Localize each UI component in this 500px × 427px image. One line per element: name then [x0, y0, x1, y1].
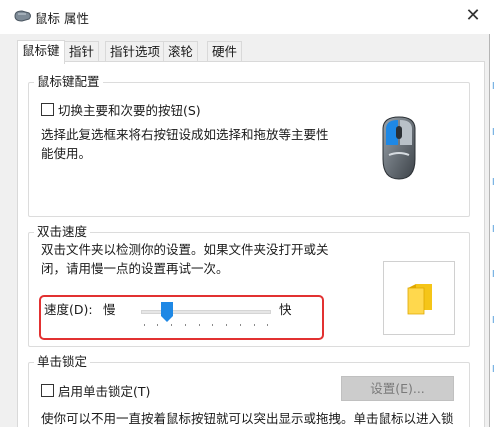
click-lock-settings-button[interactable]: 设置(E)...	[341, 376, 454, 401]
mouse-properties-dialog: 鼠标 属性 ✕ 鼠标键 指针 指针选项 滚轮 硬件 鼠标键配置 切换主要和次要的…	[0, 0, 490, 427]
tab-hardware[interactable]: 硬件	[207, 41, 243, 62]
click-lock-description: 使你可以不用一直按着鼠标按钮就可以突出显示或拖拽。单击鼠标以进入锁	[41, 411, 454, 426]
tab-content-panel: 鼠标键配置 切换主要和次要的按钮(S) 选择此复选框来将右按钮设成如选择和拖放等…	[17, 61, 485, 427]
background-window-edge: l l l l l l l	[490, 0, 500, 427]
tab-buttons[interactable]: 鼠标键	[17, 40, 65, 64]
swap-buttons-checkbox-box[interactable]	[41, 103, 54, 116]
swap-description-line1: 选择此复选框来将右按钮设成如选择和拖放等主要性	[41, 127, 329, 142]
swap-buttons-label: 切换主要和次要的按钮(S)	[58, 103, 201, 118]
fast-label: 快	[279, 302, 292, 317]
swap-description-line2: 能使用。	[41, 146, 92, 161]
click-lock-checkbox-box[interactable]	[41, 384, 54, 397]
click-lock-title: 单击锁定	[34, 354, 91, 370]
double-click-description-line2: 闭，请用慢一点的设置再试一次。	[41, 261, 229, 276]
mouse-icon	[14, 10, 31, 22]
folder-icon[interactable]	[404, 282, 436, 316]
tab-pointers[interactable]: 指针	[64, 41, 100, 62]
tab-pointer-options[interactable]: 指针选项	[105, 41, 166, 62]
click-lock-label: 启用单击锁定(T)	[58, 384, 151, 399]
speed-slider-ticks	[144, 324, 268, 327]
double-click-title: 双击速度	[34, 224, 91, 240]
swap-buttons-checkbox[interactable]: 切换主要和次要的按钮(S)	[41, 100, 201, 119]
double-click-test-area[interactable]	[383, 261, 455, 335]
slow-label: 慢	[103, 302, 116, 317]
double-click-description-line1: 双击文件夹以检测你的设置。如果文件夹没打开或关	[41, 242, 329, 257]
speed-slider-thumb[interactable]	[161, 302, 173, 322]
tab-wheel[interactable]: 滚轮	[163, 41, 199, 62]
click-lock-checkbox[interactable]: 启用单击锁定(T)	[41, 381, 150, 400]
close-button[interactable]: ✕	[456, 0, 490, 32]
speed-label: 速度(D):	[44, 302, 93, 317]
window-title: 鼠标 属性	[35, 11, 89, 26]
button-config-title: 鼠标键配置	[34, 74, 103, 90]
title-bar: 鼠标 属性 ✕	[0, 0, 490, 34]
mouse-illustration-icon	[382, 116, 416, 180]
